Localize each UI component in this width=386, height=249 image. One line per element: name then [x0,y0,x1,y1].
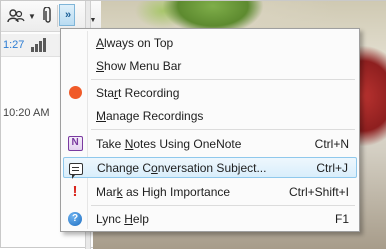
participants-icon[interactable] [4,6,28,26]
call-duration: 1:27 [3,39,25,51]
menu-item-always-on-top[interactable]: Always on Top [63,32,357,53]
menu-item-label: Always on Top [96,35,174,50]
menu-item-shortcut: F1 [334,211,349,226]
signal-strength-icon [31,38,47,52]
menu-item-shortcut: Ctrl+J [316,160,348,175]
menu-item-lync-help[interactable]: ? Lync Help F1 [63,208,357,229]
toolbar-separator [57,5,58,27]
record-icon [65,83,85,102]
menu-item-label: Show Menu Bar [96,58,182,73]
menu-separator [91,129,355,130]
menu-item-label: Mark as High Importance [96,184,231,199]
menu-separator [91,79,355,80]
menu-item-take-notes-onenote[interactable]: Take Notes Using OneNote Ctrl+N [63,133,357,154]
double-chevron-icon: » [64,9,71,21]
conversation-subject-icon [66,159,86,179]
conversation-options-menu: Always on Top Show Menu Bar Start Record… [60,28,360,232]
menu-item-label: Start Recording [96,85,180,100]
menu-item-start-recording[interactable]: Start Recording [63,82,357,103]
menu-item-shortcut: Ctrl+Shift+I [288,184,349,199]
paperclip-icon[interactable] [41,6,55,26]
menu-item-show-menu-bar[interactable]: Show Menu Bar [63,55,357,76]
exclamation-icon: ! [72,183,78,200]
menu-item-label: Manage Recordings [96,108,204,123]
help-icon: ? [65,209,85,228]
overflow-menu-button[interactable]: » [59,4,75,26]
message-timestamp: 10:20 AM [3,107,50,119]
menu-item-change-conversation-subject[interactable]: Change Conversation Subject... Ctrl+J [63,157,357,179]
chevron-down-icon[interactable]: ▼ [87,11,99,29]
menu-separator [91,205,355,206]
menu-item-mark-high-importance[interactable]: ! Mark as High Importance Ctrl+Shift+I [63,181,357,202]
onenote-icon [65,134,85,153]
menu-item-manage-recordings[interactable]: Manage Recordings [63,105,357,126]
menu-item-label: Lync Help [96,211,149,226]
menu-item-label: Take Notes Using OneNote [96,136,242,151]
menu-item-shortcut: Ctrl+N [314,136,349,151]
menu-item-label: Change Conversation Subject... [97,160,267,175]
participants-dropdown-caret[interactable]: ▼ [27,6,37,26]
